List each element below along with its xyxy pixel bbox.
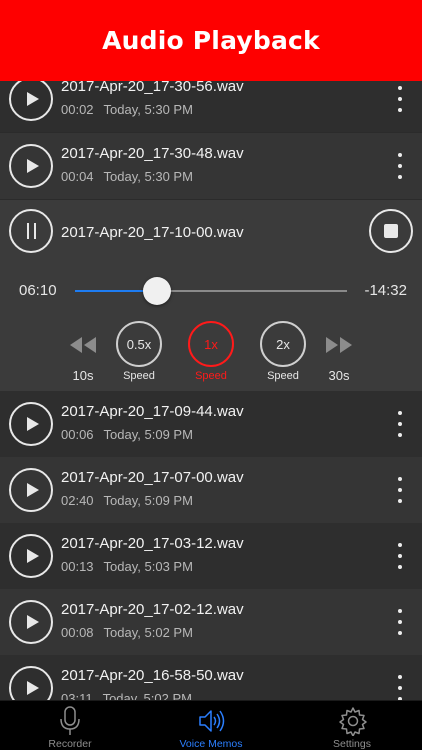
tab-settings[interactable]: Settings (282, 701, 422, 750)
tab-voice-memos[interactable]: Voice Memos (141, 701, 281, 750)
play-icon (26, 483, 39, 497)
more-options-icon[interactable] (396, 153, 404, 179)
play-button[interactable] (9, 468, 53, 512)
recording-name: 2017-Apr-20_17-30-56.wav (61, 81, 244, 95)
play-icon (26, 549, 39, 563)
play-button[interactable] (9, 600, 53, 644)
play-button[interactable] (9, 144, 53, 188)
recording-duration: 00:13 (61, 559, 94, 574)
app-header: Audio Playback (0, 0, 422, 81)
stop-button[interactable] (369, 209, 413, 253)
speed-label: Speed (267, 370, 299, 382)
recording-date: Today, 5:30 PM (103, 102, 193, 117)
recording-date: Today, 5:03 PM (103, 559, 193, 574)
recording-meta: 00:02 Today, 5:30 PM (61, 102, 193, 117)
recording-date: Today, 5:30 PM (103, 169, 193, 184)
recording-duration: 00:04 (61, 169, 94, 184)
elapsed-time: 06:10 (19, 282, 57, 299)
speed-value: 0.5x (126, 336, 152, 352)
progress-slider[interactable] (75, 277, 347, 305)
progress-thumb[interactable] (142, 277, 171, 305)
play-icon (26, 615, 39, 629)
rewind-icon[interactable] (68, 335, 98, 355)
recording-meta: 00:04 Today, 5:30 PM (61, 169, 193, 184)
speed-double-button[interactable]: 2x (260, 321, 306, 367)
fast-forward-icon[interactable] (324, 335, 354, 355)
recording-name: 2017-Apr-20_17-09-44.wav (61, 403, 244, 420)
recording-date: Today, 5:02 PM (103, 625, 193, 640)
playing-recording-name: 2017-Apr-20_17-10-00.wav (61, 224, 244, 241)
recording-meta: 03:11 Today, 5:02 PM (61, 691, 192, 700)
recording-date: Today, 5:09 PM (103, 493, 193, 508)
gear-icon (339, 707, 367, 736)
play-icon (26, 92, 39, 106)
list-item[interactable]: 2017-Apr-20_17-30-48.wav 00:04 Today, 5:3… (0, 133, 422, 199)
recording-meta: 00:13 Today, 5:03 PM (61, 559, 193, 574)
list-item[interactable]: 2017-Apr-20_16-58-50.wav 03:11 Today, 5:0… (0, 655, 422, 700)
remaining-time: -14:32 (364, 282, 407, 299)
list-item[interactable]: 2017-Apr-20_17-30-56.wav 00:02 Today, 5:3… (0, 81, 422, 132)
more-options-icon[interactable] (396, 675, 404, 700)
more-options-icon[interactable] (396, 609, 404, 635)
play-button[interactable] (9, 666, 53, 700)
playback-controls: 10s 0.5x Speed 1x Speed 2x Speed 30s (0, 320, 422, 390)
recording-duration: 03:11 (61, 691, 93, 700)
list-item[interactable]: 2017-Apr-20_17-09-44.wav 00:06 Today, 5:0… (0, 391, 422, 457)
list-item[interactable]: 2017-Apr-20_17-07-00.wav 02:40 Today, 5:0… (0, 457, 422, 523)
recording-name: 2017-Apr-20_17-03-12.wav (61, 535, 244, 552)
more-options-icon[interactable] (396, 543, 404, 569)
recording-name: 2017-Apr-20_17-30-48.wav (61, 145, 244, 162)
list-item[interactable]: 2017-Apr-20_17-03-12.wav 00:13 Today, 5:0… (0, 523, 422, 589)
speed-normal-button[interactable]: 1x (188, 321, 234, 367)
skip-back-label: 10s (72, 368, 94, 383)
more-options-icon[interactable] (396, 86, 404, 112)
speaker-icon (199, 710, 225, 732)
tab-bar: Recorder Voice Memos Settings (0, 700, 422, 750)
play-icon (26, 417, 39, 431)
recording-date: Today, 5:02 PM (102, 691, 192, 700)
recording-meta: 02:40 Today, 5:09 PM (61, 493, 193, 508)
more-options-icon[interactable] (396, 477, 404, 503)
play-icon (26, 681, 39, 695)
tab-recorder[interactable]: Recorder (0, 701, 140, 750)
recording-duration: 02:40 (61, 493, 94, 508)
list-item[interactable]: 2017-Apr-20_17-02-12.wav 00:08 Today, 5:0… (0, 589, 422, 655)
expanded-player: 2017-Apr-20_17-10-00.wav 06:10 -14:32 10… (0, 200, 422, 400)
recording-duration: 00:06 (61, 427, 94, 442)
speed-label: Speed (123, 370, 155, 382)
speed-half-button[interactable]: 0.5x (116, 321, 162, 367)
recording-name: 2017-Apr-20_17-02-12.wav (61, 601, 244, 618)
page-title: Audio Playback (102, 26, 320, 55)
pause-icon (26, 223, 29, 239)
recording-date: Today, 5:09 PM (103, 427, 193, 442)
recording-name: 2017-Apr-20_16-58-50.wav (61, 667, 244, 684)
play-button[interactable] (9, 534, 53, 578)
pause-button[interactable] (9, 209, 53, 253)
microphone-icon (60, 706, 80, 735)
tab-label: Voice Memos (179, 738, 243, 750)
play-icon (26, 159, 39, 173)
stop-icon (384, 224, 398, 238)
play-button[interactable] (9, 81, 53, 121)
more-options-icon[interactable] (396, 411, 404, 437)
recording-name: 2017-Apr-20_17-07-00.wav (61, 469, 244, 486)
play-button[interactable] (9, 402, 53, 446)
recording-duration: 00:02 (61, 102, 94, 117)
recording-meta: 00:08 Today, 5:02 PM (61, 625, 193, 640)
skip-forward-label: 30s (328, 368, 350, 383)
recordings-list[interactable]: 2017-Apr-20_17-30-56.wav 00:02 Today, 5:3… (0, 81, 422, 700)
recording-duration: 00:08 (61, 625, 94, 640)
tab-label: Recorder (48, 738, 92, 750)
speed-value: 2x (276, 336, 290, 352)
speed-label: Speed (195, 370, 227, 382)
speed-value: 1x (204, 336, 218, 352)
tab-label: Settings (333, 738, 371, 750)
recording-meta: 00:06 Today, 5:09 PM (61, 427, 193, 442)
